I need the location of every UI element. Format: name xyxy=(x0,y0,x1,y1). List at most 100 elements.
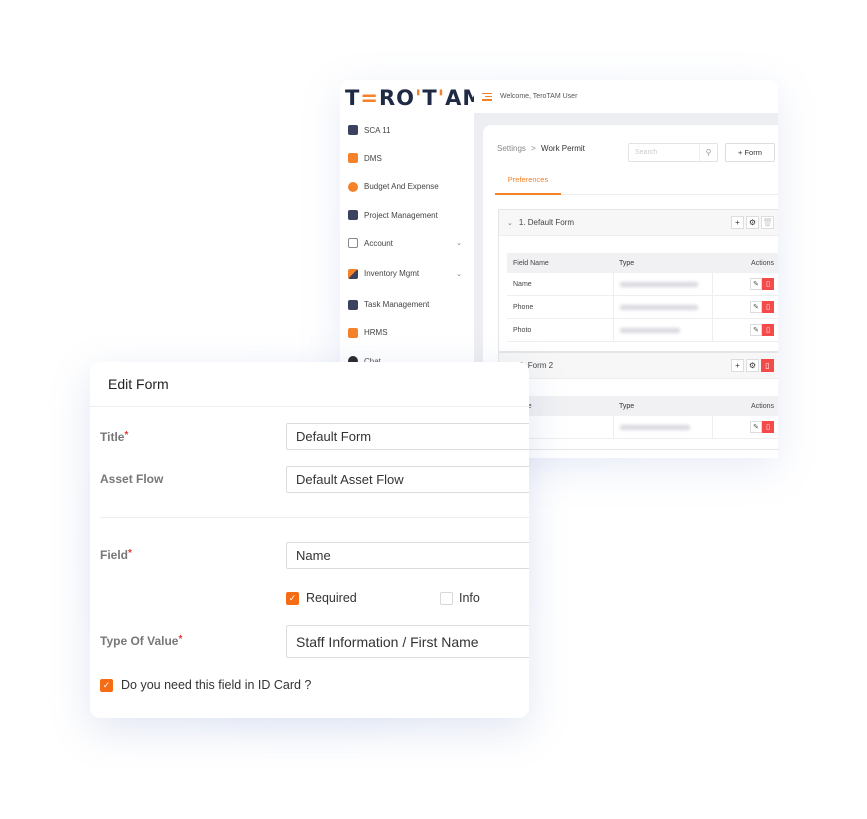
type-of-value-select[interactable]: Staff Information / First Name xyxy=(286,625,529,658)
sidebar-item-label: Project Management xyxy=(364,210,438,220)
breadcrumb-current: Work Permit xyxy=(541,144,585,153)
sidebar-item-dms[interactable]: DMS xyxy=(340,144,474,172)
search-placeholder: Search xyxy=(635,149,658,156)
type-of-value-label: Type Of Value* xyxy=(100,634,182,648)
form-section-title: 1. Default Form xyxy=(518,218,575,227)
edit-icon[interactable]: ✎ xyxy=(750,301,762,313)
table-row: Name ✎ ▯ xyxy=(507,273,778,296)
column-header-actions: Actions xyxy=(751,259,774,267)
settings-gear-icon[interactable]: ⚙ xyxy=(746,216,759,229)
search-input[interactable]: Search ⚲ xyxy=(628,143,718,162)
blurred-type-value xyxy=(620,281,698,287)
edit-icon[interactable]: ✎ xyxy=(750,421,762,433)
asset-flow-label-text: Asset Flow xyxy=(100,472,164,486)
type-cell xyxy=(613,273,713,295)
sidebar-item-label: Inventory Mgmt xyxy=(364,269,420,279)
form-section-actions: + ⚙ 🗑 xyxy=(731,216,774,229)
breadcrumb: Settings > Work Permit xyxy=(497,144,585,153)
asset-flow-label: Asset Flow xyxy=(100,472,163,486)
required-marker: * xyxy=(178,634,183,645)
table-row: Photo ✎ ▯ xyxy=(507,319,778,342)
delete-icon[interactable]: ▯ xyxy=(762,324,774,336)
server-icon xyxy=(348,153,358,164)
title-input[interactable]: Default Form xyxy=(286,423,529,450)
blurred-type-value xyxy=(620,327,680,333)
section-divider xyxy=(100,517,529,518)
search-icon[interactable]: ⚲ xyxy=(699,144,717,161)
required-marker: * xyxy=(128,548,132,559)
welcome-text: Welcome, TeroTAM User xyxy=(500,93,578,100)
tab-preferences[interactable]: Preferences xyxy=(495,165,561,195)
asset-flow-value: Default Asset Flow xyxy=(296,472,404,487)
table-row: Phone ✎ ▯ xyxy=(507,296,778,319)
sidebar-item-inventory-mgmt[interactable]: Inventory Mgmt ⌄ xyxy=(340,257,474,290)
delete-icon[interactable]: ▯ xyxy=(762,421,774,433)
add-form-button[interactable]: + Form xyxy=(725,143,775,162)
form-section-header[interactable]: ⌄ 1. Default Form + ⚙ 🗑 xyxy=(499,210,778,236)
sidebar-item-project-management[interactable]: Project Management xyxy=(340,201,474,229)
info-label: Info xyxy=(459,591,480,605)
project-icon xyxy=(348,210,358,221)
column-header-field-name: Field Name xyxy=(513,259,549,267)
edit-icon[interactable]: ✎ xyxy=(750,278,762,290)
column-header-actions: Actions xyxy=(751,402,774,410)
type-cell xyxy=(613,319,713,341)
sidebar-item-task-management[interactable]: Task Management xyxy=(340,290,474,318)
field-name-cell: Photo xyxy=(513,326,532,334)
field-input-value: Name xyxy=(296,548,331,563)
delete-form-button[interactable]: 🗑 xyxy=(761,216,774,229)
sidebar-item-label: Task Management xyxy=(364,300,430,310)
asset-flow-select[interactable]: Default Asset Flow xyxy=(286,466,529,493)
modal-title: Edit Form xyxy=(90,362,529,407)
settings-gear-icon[interactable]: ⚙ xyxy=(746,359,759,372)
clipboard-icon xyxy=(348,125,358,136)
chevron-down-icon: ⌄ xyxy=(456,270,462,278)
table-header: Field Name Type Actions xyxy=(507,253,778,273)
chevron-down-icon: ⌄ xyxy=(507,219,513,227)
top-bar: Welcome, TeroTAM User xyxy=(474,80,778,113)
field-input[interactable]: Name xyxy=(286,542,529,569)
edit-icon[interactable]: ✎ xyxy=(750,324,762,336)
chevron-down-icon: ⌄ xyxy=(456,240,462,248)
delete-icon[interactable]: ▯ xyxy=(762,301,774,313)
task-icon xyxy=(348,299,358,310)
hrms-icon xyxy=(348,327,358,338)
info-checkbox[interactable] xyxy=(440,592,453,605)
inventory-icon xyxy=(348,268,358,279)
delete-form-button[interactable]: ▯ xyxy=(761,359,774,372)
sidebar-item-budget-and-expense[interactable]: Budget And Expense xyxy=(340,173,474,201)
sidebar-item-label: HRMS xyxy=(364,328,388,338)
field-name-cell: Phone xyxy=(513,303,534,311)
blurred-type-value xyxy=(620,304,698,310)
tabs: Preferences xyxy=(495,165,778,195)
field-label: Field* xyxy=(100,548,132,562)
type-cell xyxy=(613,296,713,318)
id-card-label: Do you need this field in ID Card ? xyxy=(121,678,312,692)
menu-toggle-icon[interactable] xyxy=(482,92,492,101)
column-header-type: Type xyxy=(619,402,635,410)
required-checkbox[interactable]: ✓ xyxy=(286,592,299,605)
required-marker: * xyxy=(124,430,129,441)
field-name-cell: Name xyxy=(513,280,532,288)
breadcrumb-settings[interactable]: Settings xyxy=(497,144,526,153)
id-card-checkbox[interactable]: ✓ xyxy=(100,679,113,692)
type-cell xyxy=(613,416,713,438)
type-of-value-label-text: Type Of Value xyxy=(100,634,179,648)
fields-table: Field Name Type Actions Name ✎ ▯ Phone ✎ ▯ xyxy=(507,253,778,342)
field-label-text: Field xyxy=(100,548,129,562)
title-input-value: Default Form xyxy=(296,429,372,444)
column-header-type: Type xyxy=(619,259,635,267)
sidebar-item-label: DMS xyxy=(364,153,382,163)
form-section-default: ⌄ 1. Default Form + ⚙ 🗑 Field Name Type … xyxy=(498,209,778,352)
required-label: Required xyxy=(306,591,357,605)
terotam-logo: T=RO'T'AM xyxy=(345,86,485,110)
add-field-button[interactable]: + xyxy=(731,216,744,229)
add-field-button[interactable]: + xyxy=(731,359,744,372)
sidebar-nav: SCA 11 DMS Budget And Expense Project Ma… xyxy=(340,116,474,375)
delete-icon[interactable]: ▯ xyxy=(762,278,774,290)
title-label-text: Title xyxy=(100,430,125,444)
sidebar-item-label: SCA 11 xyxy=(364,125,391,135)
sidebar-item-sca11[interactable]: SCA 11 xyxy=(340,116,474,144)
sidebar-item-account[interactable]: Account ⌄ xyxy=(340,229,474,257)
form-section-actions: + ⚙ ▯ xyxy=(731,359,774,372)
